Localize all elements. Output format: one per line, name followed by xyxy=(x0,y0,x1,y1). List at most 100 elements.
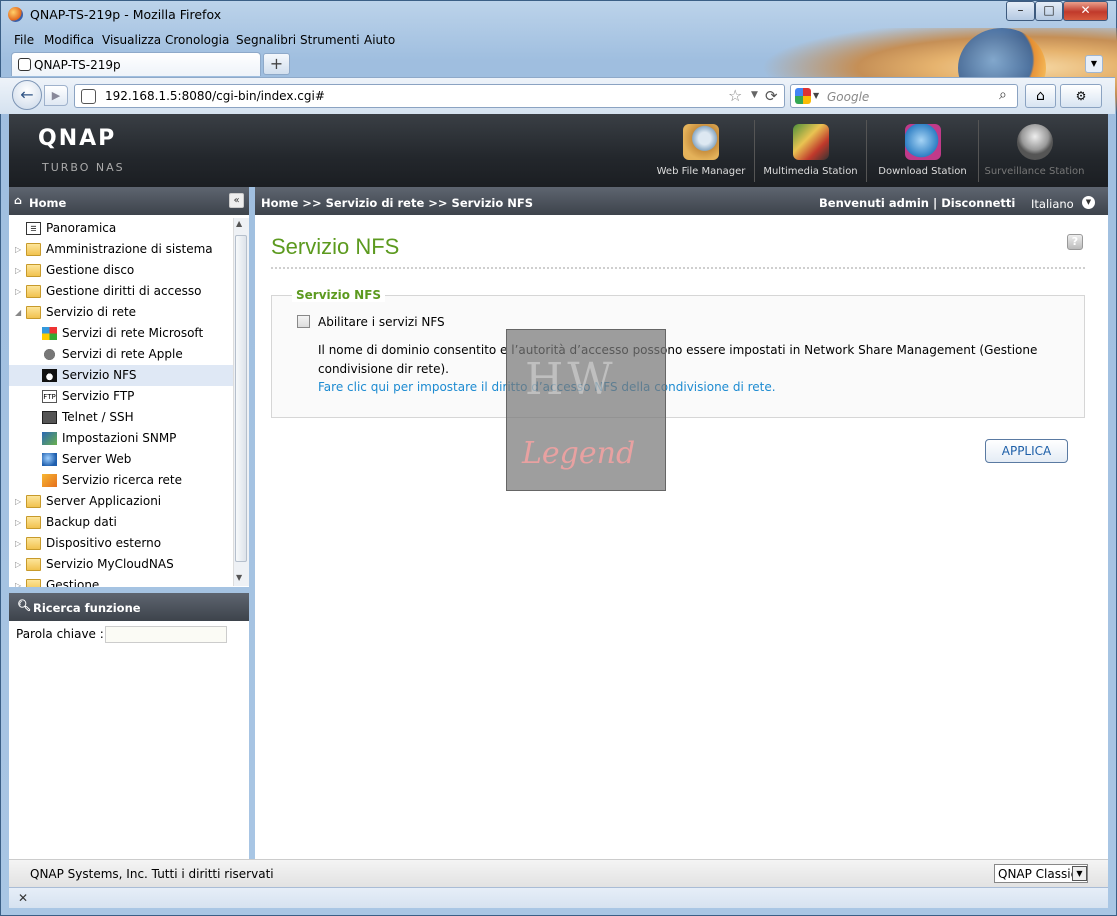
language-selector[interactable]: Italiano xyxy=(1031,197,1074,211)
menu-file[interactable]: File xyxy=(14,33,34,47)
collapse-sidebar-button[interactable]: « xyxy=(229,193,244,208)
home-button[interactable]: ⌂ xyxy=(1025,84,1056,108)
site-identity-icon[interactable] xyxy=(81,89,96,104)
tab-title: QNAP-TS-219p xyxy=(34,58,121,72)
expand-icon[interactable]: ▷ xyxy=(15,512,21,533)
sidebar-item[interactable]: ▷ Amministrazione di sistema xyxy=(9,239,233,260)
keyword-label: Parola chiave : xyxy=(16,627,104,641)
minimize-button[interactable]: – xyxy=(1006,1,1035,21)
folder-icon xyxy=(26,579,41,587)
sidebar-item[interactable]: Servizio NFS xyxy=(9,365,233,386)
sidebar-home-header[interactable]: ⌂ Home xyxy=(9,187,249,215)
sidebar-item[interactable]: Telnet / SSH xyxy=(9,407,233,428)
maximize-button[interactable]: □ xyxy=(1035,1,1063,21)
sidebar-item[interactable]: FTP Servizio FTP xyxy=(9,386,233,407)
sidebar-item[interactable]: ▷ Gestione xyxy=(9,575,233,587)
menu-aiuto[interactable]: Aiuto xyxy=(364,33,395,47)
expand-icon[interactable]: ▷ xyxy=(15,554,21,575)
nfs-description: Il nome di dominio consentito e l’autori… xyxy=(318,343,1038,376)
new-tab-button[interactable]: + xyxy=(263,53,290,75)
sidebar-item[interactable]: ▷ Servizio MyCloudNAS xyxy=(9,554,233,575)
forward-button[interactable]: ▶ xyxy=(44,85,68,106)
enable-nfs-label[interactable]: Abilitare i servizi NFS xyxy=(318,315,445,329)
search-box[interactable]: ▼ Google ⌕ xyxy=(790,84,1018,108)
addon-button[interactable]: ⚙ xyxy=(1060,84,1102,108)
folder-icon xyxy=(26,264,41,277)
bookmark-star-icon[interactable]: ☆ xyxy=(728,86,742,105)
logout-link[interactable]: Disconnetti xyxy=(941,196,1015,210)
scroll-down-icon[interactable]: ▼ xyxy=(236,573,242,582)
folder-icon xyxy=(26,516,41,529)
url-text: 192.168.1.5:8080/cgi-bin/index.cgi# xyxy=(105,89,325,103)
expand-icon[interactable]: ▷ xyxy=(15,491,21,512)
apply-button[interactable]: APPLICA xyxy=(985,439,1068,463)
app-multimedia-station[interactable]: Multimedia Station xyxy=(754,120,866,182)
sidebar-item[interactable]: ▷ Dispositivo esterno xyxy=(9,533,233,554)
close-icon[interactable]: ✕ xyxy=(18,891,28,905)
tab-list-button[interactable]: ▼ xyxy=(1085,55,1103,73)
expand-icon[interactable]: ▷ xyxy=(15,533,21,554)
sidebar-item[interactable]: ☰ Panoramica xyxy=(9,218,233,239)
sidebar-item-label: Amministrazione di sistema xyxy=(46,242,213,256)
sidebar-item[interactable]: Servizi di rete Apple xyxy=(9,344,233,365)
theme-select[interactable]: QNAP Classic ▼ xyxy=(994,864,1088,883)
reload-icon[interactable]: ⟳ xyxy=(765,87,778,105)
expand-icon[interactable]: ▷ xyxy=(15,575,21,587)
sidebar-item[interactable]: ▷ Gestione diritti di accesso xyxy=(9,281,233,302)
surveillance-camera-icon xyxy=(1017,124,1053,160)
menu-strumenti[interactable]: Strumenti xyxy=(300,33,360,47)
sidebar-item[interactable]: ▷ Gestione disco xyxy=(9,260,233,281)
app-label: Web File Manager xyxy=(656,166,746,177)
sidebar-item[interactable]: Servizi di rete Microsoft xyxy=(9,323,233,344)
menu-segnalibri[interactable]: Segnalibri xyxy=(236,33,296,47)
app-download-station[interactable]: Download Station xyxy=(866,120,978,182)
help-icon[interactable]: ? xyxy=(1067,234,1083,250)
expanded-icon[interactable]: ◢ xyxy=(15,302,21,323)
watermark-top: HW xyxy=(525,354,617,405)
firefox-icon xyxy=(8,7,23,22)
google-engine-icon[interactable] xyxy=(795,88,811,104)
sidebar-home-label: Home xyxy=(29,196,67,210)
url-history-dropdown-icon[interactable]: ▼ xyxy=(751,90,758,100)
sidebar-item-label: Servizi di rete Microsoft xyxy=(62,326,204,340)
app-label: Multimedia Station xyxy=(763,166,858,177)
search-magnifier-icon[interactable]: ⌕ xyxy=(999,87,1007,103)
menu-visualizza[interactable]: Visualizza xyxy=(102,33,161,47)
expand-icon[interactable]: ▷ xyxy=(15,260,21,281)
app-surveillance-station[interactable]: Surveillance Station xyxy=(978,120,1090,182)
sidebar-item[interactable]: Servizio ricerca rete xyxy=(9,470,233,491)
sidebar-item[interactable]: Impostazioni SNMP xyxy=(9,428,233,449)
sidebar-item[interactable]: ▷ Backup dati xyxy=(9,512,233,533)
sidebar-item-label: Servizio NFS xyxy=(62,368,137,382)
sidebar-item[interactable]: Server Web xyxy=(9,449,233,470)
sidebar-scrollbar-thumb[interactable] xyxy=(235,235,247,562)
keyword-input[interactable] xyxy=(105,626,227,643)
menu-cronologia[interactable]: Cronologia xyxy=(165,33,229,47)
search-function-panel xyxy=(9,621,249,859)
download-station-icon xyxy=(905,124,941,160)
theme-value: QNAP Classic xyxy=(998,867,1078,881)
search-function-header: 🔍︎ Ricerca funzione xyxy=(9,593,249,621)
panoramica-icon: ☰ xyxy=(26,222,41,235)
app-web-file-manager[interactable]: Web File Manager xyxy=(645,120,757,182)
url-bar[interactable]: 192.168.1.5:8080/cgi-bin/index.cgi# ☆ ▼ … xyxy=(74,84,785,108)
menu-modifica[interactable]: Modifica xyxy=(44,33,94,47)
close-window-button[interactable]: ✕ xyxy=(1063,1,1108,21)
sidebar-item[interactable]: ▷ Server Applicazioni xyxy=(9,491,233,512)
enable-nfs-checkbox[interactable] xyxy=(297,315,310,328)
browser-tab[interactable]: QNAP-TS-219p xyxy=(11,52,261,76)
sidebar-item[interactable]: ◢ Servizio di rete xyxy=(9,302,233,323)
expand-icon[interactable]: ▷ xyxy=(15,239,21,260)
folder-open-icon xyxy=(26,306,41,319)
ftp-icon: FTP xyxy=(42,390,57,403)
language-dropdown-icon[interactable]: ▼ xyxy=(1082,196,1095,209)
sidebar-item-label: Servizio MyCloudNAS xyxy=(46,557,174,571)
engine-dropdown-icon[interactable]: ▼ xyxy=(813,91,819,100)
chevron-down-icon[interactable]: ▼ xyxy=(1072,866,1087,881)
user-links: Benvenuti admin | Disconnetti xyxy=(819,196,1015,210)
breadcrumb[interactable]: Home >> Servizio di rete >> Servizio NFS xyxy=(261,196,533,210)
expand-icon[interactable]: ▷ xyxy=(15,281,21,302)
back-button[interactable]: ← xyxy=(12,80,42,110)
sidebar-item-label: Impostazioni SNMP xyxy=(62,431,177,445)
scroll-up-icon[interactable]: ▲ xyxy=(236,219,242,228)
